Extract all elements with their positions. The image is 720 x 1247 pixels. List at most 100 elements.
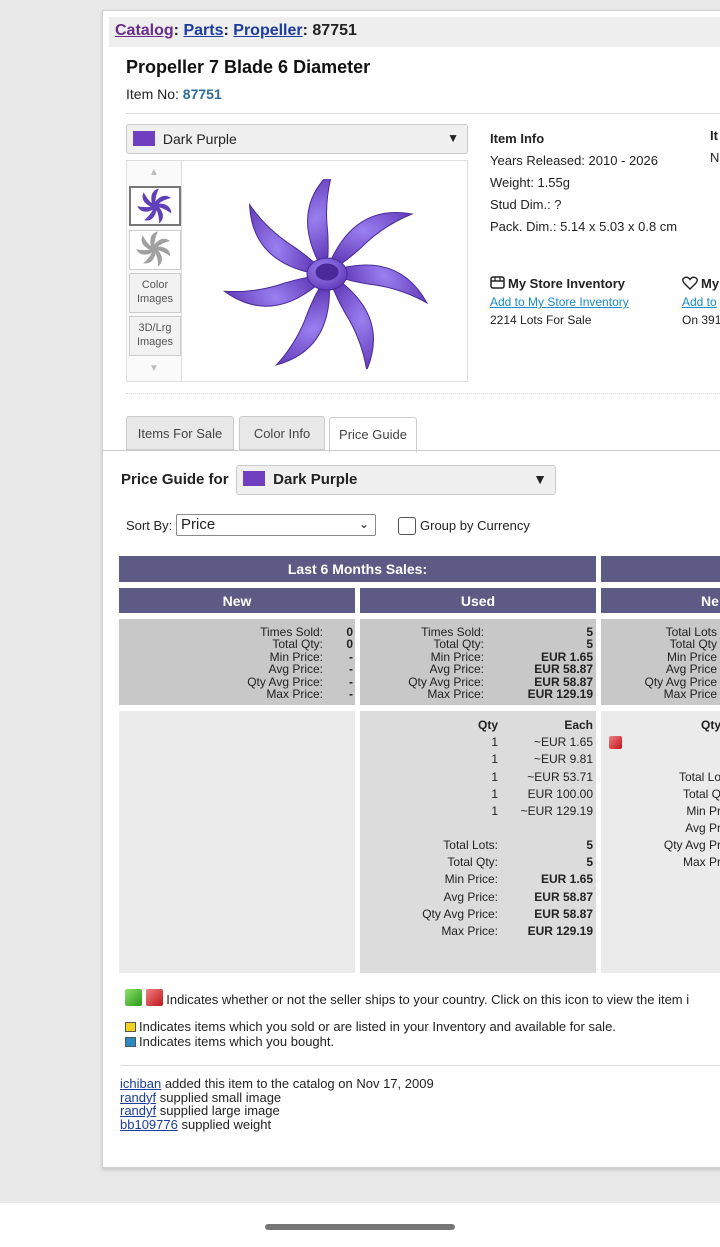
- total-label: Max Price:: [441, 924, 498, 938]
- sort-select-value: Price: [181, 516, 216, 533]
- scroll-down-icon[interactable]: ▼: [149, 363, 159, 374]
- credit-user-link[interactable]: bb109776: [120, 1117, 178, 1132]
- page-title: Propeller 7 Blade 6 Diameter: [126, 57, 371, 77]
- store-inventory-title: My Store Inventory: [508, 276, 626, 291]
- propeller-thumb-gray-icon: [136, 231, 171, 267]
- total-value: EUR 58.87: [534, 890, 593, 904]
- summary-label: Total Qty:: [272, 637, 323, 652]
- summary-value: EUR 129.19: [527, 687, 593, 702]
- weight: Weight: 1.55g: [490, 175, 570, 190]
- scroll-up-icon[interactable]: ▲: [149, 167, 159, 178]
- item-number-label: Item No:: [126, 86, 179, 102]
- credit-line: ichiban added this item to the catalog o…: [120, 1077, 434, 1091]
- detail-each: EUR 100.00: [527, 787, 593, 801]
- used-summary: Times Sold: Total Qty: Min Price: Avg Pr…: [360, 619, 596, 705]
- breadcrumb-catalog[interactable]: Catalog: [115, 22, 174, 39]
- breadcrumb-sep: :: [302, 22, 308, 39]
- color-select[interactable]: Dark Purple ▼: [126, 124, 468, 154]
- summary-label: Total Qty: [669, 637, 717, 652]
- summary-label: Max Price:: [266, 687, 323, 702]
- ships-green-icon[interactable]: [125, 989, 142, 1006]
- new-current-summary: Total Lots Total Qty Min Price Avg Price…: [601, 619, 720, 705]
- total-value: EUR 1.65: [540, 872, 593, 886]
- store-inventory-heading: My Store Inventory: [490, 275, 629, 293]
- large-images-button[interactable]: 3D/Lrg Images: [129, 316, 181, 356]
- breadcrumb-sep: :: [223, 22, 229, 39]
- tab-color-info[interactable]: Color Info: [239, 416, 325, 450]
- qty-header: Qty: [477, 718, 498, 732]
- summary-value: 5: [586, 625, 593, 639]
- item-info-heading: Item Info: [490, 131, 545, 146]
- legend-ships-text: Indicates whether or not the seller ship…: [166, 992, 690, 1007]
- color-swatch: [243, 471, 265, 486]
- summary-value: EUR 58.87: [534, 662, 593, 677]
- propeller-thumb-icon: [137, 188, 172, 224]
- catalog-page: Catalog: Parts: Propeller: 87751 Propell…: [102, 10, 720, 1168]
- thumbnail-purple[interactable]: [129, 186, 181, 226]
- detail-qty: 1: [491, 787, 498, 801]
- new-current-detail: Qty Total Lo Total Q Min Pr Avg Pr Qty A…: [601, 711, 720, 973]
- used-summary-values: 5 5 EUR 1.65 EUR 58.87 EUR 58.87 EUR 129…: [484, 625, 593, 702]
- credit-line: randyf supplied large image: [120, 1104, 434, 1118]
- credits: ichiban added this item to the catalog o…: [120, 1077, 434, 1131]
- years-released: Years Released: 2010 - 2026: [490, 153, 658, 168]
- divider: [126, 113, 720, 114]
- credit-line: randyf supplied small image: [120, 1090, 434, 1105]
- col-used-header: Used: [360, 588, 596, 613]
- cut-label: Min Pr: [686, 804, 720, 818]
- used-summary-labels: Times Sold: Total Qty: Min Price: Avg Pr…: [360, 626, 484, 702]
- summary-label: Avg Price:: [429, 662, 484, 677]
- breadcrumb: Catalog: Parts: Propeller: 87751: [109, 17, 720, 47]
- detail-qty: 1: [491, 735, 498, 749]
- store-icon: [490, 276, 505, 289]
- total-label: Total Lots:: [443, 838, 498, 852]
- bought-icon: [125, 1037, 136, 1047]
- sold-icon: [125, 1022, 136, 1032]
- home-gesture-handle[interactable]: [265, 1224, 455, 1230]
- thumbnail-column: ▲ Color Images 3D/Lrg Images ▼: [127, 161, 182, 381]
- ships-red-icon[interactable]: [609, 736, 622, 749]
- thumbnail-gray[interactable]: [129, 230, 181, 270]
- total-label: Avg Price:: [443, 890, 498, 904]
- wishlist-heading: My: [682, 275, 720, 293]
- wishlist: My Add to On 391: [682, 275, 720, 329]
- price-guide-label: Price Guide for: [121, 471, 229, 488]
- ships-red-icon[interactable]: [145, 989, 163, 1006]
- summary-value: -: [349, 687, 353, 702]
- item-number: Item No: 87751: [126, 86, 222, 102]
- total-label: Min Price:: [444, 872, 498, 886]
- pack-dim: Pack. Dim.: 5.14 x 5.03 x 0.8 cm: [490, 219, 678, 234]
- each-header: Each: [564, 718, 593, 732]
- group-by-currency-checkbox[interactable]: [398, 517, 416, 535]
- item-info: Item Info Years Released: 2010 - 2026 We…: [490, 128, 677, 238]
- color-swatch: [133, 131, 155, 146]
- tab-price-guide[interactable]: Price Guide: [329, 417, 417, 453]
- price-guide-color-select[interactable]: Dark Purple ▼: [236, 465, 556, 495]
- divider: [121, 1065, 720, 1066]
- color-images-button[interactable]: Color Images: [129, 273, 181, 313]
- add-to-wishlist-link[interactable]: Add to: [682, 295, 717, 309]
- cut-summary-labels: Total Lots Total Qty Min Price Avg Price…: [601, 626, 717, 701]
- tab-items-for-sale[interactable]: Items For Sale: [126, 416, 234, 450]
- system-nav-bar: [0, 1203, 720, 1247]
- summary-value: -: [349, 662, 353, 677]
- breadcrumb-propeller[interactable]: Propeller: [233, 22, 302, 39]
- summary-label: Max Price:: [427, 687, 484, 702]
- group-by-currency-label: Group by Currency: [420, 518, 530, 533]
- wishlist-count: On 391: [682, 313, 720, 327]
- legend: Indicates whether or not the seller ship…: [125, 989, 689, 1049]
- tab-divider: [103, 450, 720, 451]
- detail-each: ~EUR 1.65: [533, 735, 593, 749]
- lots-for-sale: 2214 Lots For Sale: [490, 313, 592, 327]
- legend-sold-text: Indicates items which you sold or are li…: [139, 1019, 616, 1034]
- summary-value: 0: [346, 637, 353, 652]
- breadcrumb-sep: :: [173, 22, 179, 39]
- breadcrumb-parts[interactable]: Parts: [183, 22, 223, 39]
- add-to-store-link[interactable]: Add to My Store Inventory: [490, 295, 629, 309]
- propeller-image: [222, 179, 429, 369]
- stud-dim: Stud Dim.: ?: [490, 197, 562, 212]
- detail-each: ~EUR 9.81: [533, 752, 593, 766]
- legend-bought: Indicates items which you bought.: [125, 1034, 689, 1049]
- sort-select[interactable]: Price ⌄: [176, 514, 376, 536]
- last-6-months-header: Last 6 Months Sales:: [119, 556, 596, 582]
